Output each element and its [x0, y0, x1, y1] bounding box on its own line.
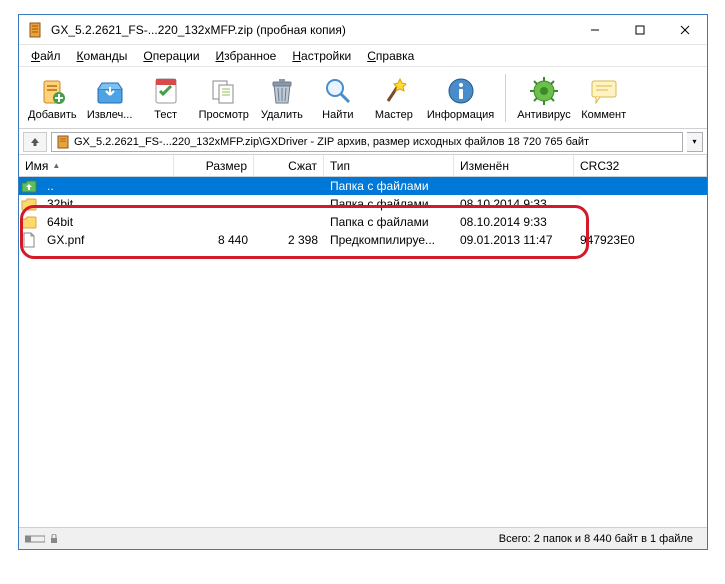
addressbar: GX_5.2.2621_FS-...220_132xMFP.zip\GXDriv… — [19, 129, 707, 155]
toolbar-extract-button[interactable]: Извлеч... — [82, 69, 138, 127]
cell-type: Папка с файлами — [324, 215, 454, 229]
file-row[interactable]: GX.pnf8 4402 398Предкомпилируе...09.01.2… — [19, 231, 707, 249]
toolbar-comment-button[interactable]: Коммент — [576, 69, 632, 127]
header-crc[interactable]: CRC32 — [574, 155, 707, 176]
window-controls — [572, 15, 707, 44]
cell-crc: 947923E0 — [574, 233, 707, 247]
cell-name: 32bit — [41, 197, 174, 211]
toolbar-test-button[interactable]: Тест — [138, 69, 194, 127]
status-progress-icon — [25, 534, 45, 544]
wizard-icon — [378, 75, 410, 107]
status-lock-icon — [49, 534, 59, 544]
statusbar: Всего: 2 папок и 8 440 байт в 1 файле — [19, 527, 707, 549]
app-icon — [27, 22, 43, 38]
cell-size: 8 440 — [174, 233, 254, 247]
nav-up-button[interactable] — [23, 132, 47, 152]
cell-packed: 2 398 — [254, 233, 324, 247]
address-field[interactable]: GX_5.2.2621_FS-...220_132xMFP.zip\GXDriv… — [51, 132, 683, 152]
archive-icon — [56, 135, 70, 149]
toolbar-delete-button[interactable]: Удалить — [254, 69, 310, 127]
status-left — [25, 534, 499, 544]
menu-1[interactable]: Команды — [69, 47, 136, 65]
comment-icon — [588, 75, 620, 107]
cell-modified: 08.10.2014 9:33 — [454, 215, 574, 229]
delete-icon — [266, 75, 298, 107]
toolbar: ДобавитьИзвлеч...ТестПросмотрУдалитьНайт… — [19, 67, 707, 129]
maximize-button[interactable] — [617, 15, 662, 44]
file-icon — [21, 232, 37, 248]
cell-type: Папка с файлами — [324, 197, 454, 211]
cell-name: GX.pnf — [41, 233, 174, 247]
test-icon — [150, 75, 182, 107]
status-summary: Всего: 2 папок и 8 440 байт в 1 файле — [499, 533, 701, 545]
file-list[interactable]: ..Папка с файлами32bitПапка с файлами08.… — [19, 177, 707, 527]
menu-2[interactable]: Операции — [135, 47, 207, 65]
toolbar-view-button[interactable]: Просмотр — [194, 69, 254, 127]
header-size[interactable]: Размер — [174, 155, 254, 176]
close-button[interactable] — [662, 15, 707, 44]
address-text: GX_5.2.2621_FS-...220_132xMFP.zip\GXDriv… — [74, 136, 589, 148]
menu-3[interactable]: Избранное — [208, 47, 285, 65]
extract-icon — [94, 75, 126, 107]
menu-0[interactable]: Файл — [23, 47, 69, 65]
toolbar-find-button[interactable]: Найти — [310, 69, 366, 127]
folder-icon — [21, 214, 37, 230]
menu-4[interactable]: Настройки — [284, 47, 359, 65]
find-icon — [322, 75, 354, 107]
cell-type: Предкомпилируе... — [324, 233, 454, 247]
header-name[interactable]: Имя▲ — [19, 155, 174, 176]
header-packed[interactable]: Сжат — [254, 155, 324, 176]
header-type[interactable]: Тип — [324, 155, 454, 176]
toolbar-add-button[interactable]: Добавить — [23, 69, 82, 127]
window-title: GX_5.2.2621_FS-...220_132xMFP.zip (пробн… — [51, 23, 572, 37]
minimize-button[interactable] — [572, 15, 617, 44]
cell-modified: 09.01.2013 11:47 — [454, 233, 574, 247]
info-icon — [445, 75, 477, 107]
antivirus-icon — [528, 75, 560, 107]
address-dropdown[interactable]: ▾ — [687, 132, 703, 152]
file-row[interactable]: .. Папка с файлами — [19, 177, 707, 195]
column-headers: Имя▲ Размер Сжат Тип Изменён CRC32 — [19, 155, 707, 177]
cell-modified: 08.10.2014 9:33 — [454, 197, 574, 211]
header-modified[interactable]: Изменён — [454, 155, 574, 176]
folder-icon — [21, 196, 37, 212]
up-icon — [21, 178, 37, 194]
menubar: ФайлКомандыОперацииИзбранноеНастройкиСпр… — [19, 45, 707, 67]
add-icon — [36, 75, 68, 107]
cell-type: Папка с файлами — [324, 179, 454, 193]
toolbar-wizard-button[interactable]: Мастер — [366, 69, 422, 127]
sort-arrow-icon: ▲ — [52, 161, 60, 170]
app-window: GX_5.2.2621_FS-...220_132xMFP.zip (пробн… — [18, 14, 708, 550]
view-icon — [208, 75, 240, 107]
titlebar: GX_5.2.2621_FS-...220_132xMFP.zip (пробн… — [19, 15, 707, 45]
menu-5[interactable]: Справка — [359, 47, 422, 65]
cell-name: 64bit — [41, 215, 174, 229]
file-row[interactable]: 32bit Папка с файлами08.10.2014 9:33 — [19, 195, 707, 213]
toolbar-antivirus-button[interactable]: Антивирус — [512, 69, 575, 127]
cell-name: .. — [41, 179, 174, 193]
file-row[interactable]: 64bit Папка с файлами08.10.2014 9:33 — [19, 213, 707, 231]
toolbar-info-button[interactable]: Информация — [422, 69, 499, 127]
